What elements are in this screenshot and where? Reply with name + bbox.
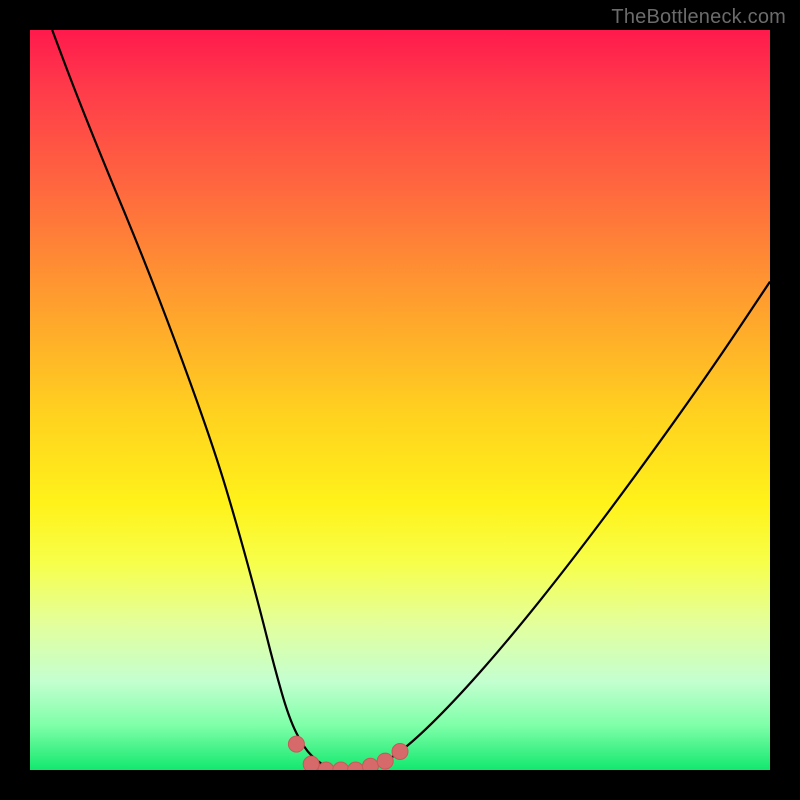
watermark-text: TheBottleneck.com bbox=[611, 6, 786, 29]
valley-marker bbox=[392, 744, 408, 760]
valley-marker bbox=[362, 758, 378, 770]
valley-marker bbox=[303, 756, 319, 770]
bottleneck-curve-svg bbox=[30, 30, 770, 770]
bottleneck-curve-path bbox=[52, 30, 770, 770]
chart-plot-area bbox=[30, 30, 770, 770]
valley-marker-group bbox=[288, 736, 408, 770]
valley-marker bbox=[348, 762, 364, 770]
valley-marker bbox=[377, 753, 393, 769]
valley-marker bbox=[333, 762, 349, 770]
valley-marker bbox=[288, 736, 304, 752]
